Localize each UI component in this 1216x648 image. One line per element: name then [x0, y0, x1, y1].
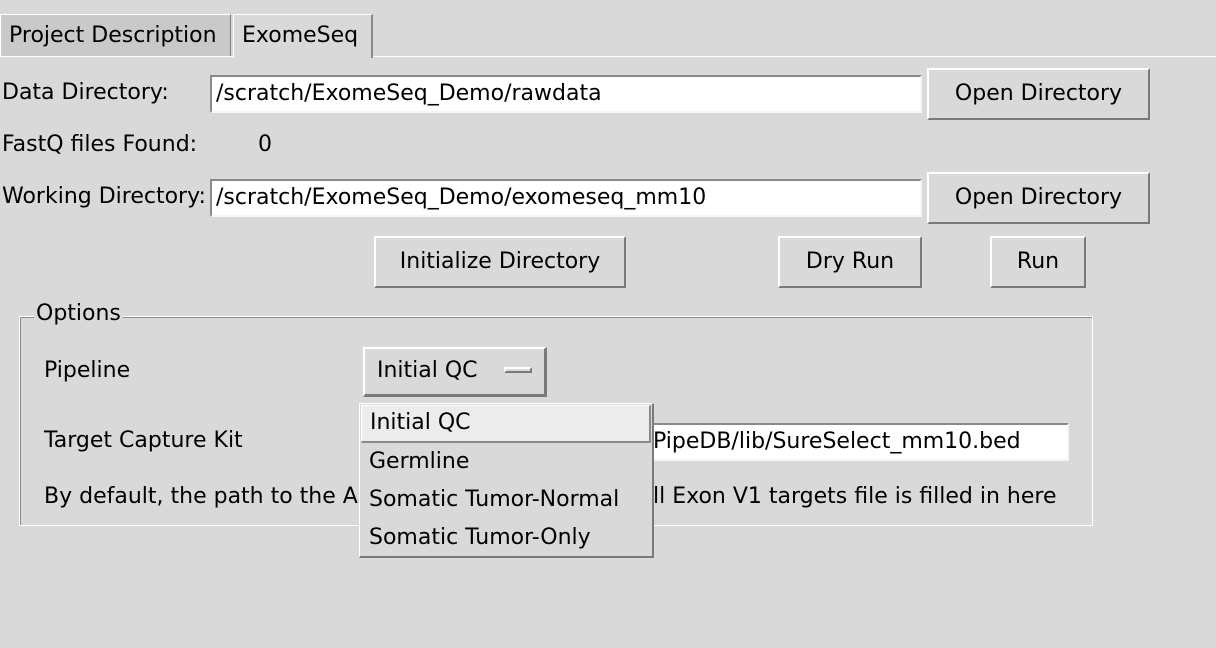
pipeline-selected-value: Initial QC: [377, 358, 478, 383]
options-frame-title: Options: [34, 300, 123, 328]
working-directory-input[interactable]: /scratch/ExomeSeq_Demo/exomeseq_mm10: [210, 179, 922, 217]
tab-bar-divider: [373, 56, 1216, 57]
pipeline-label: Pipeline: [44, 358, 131, 383]
target-note-text-left: By default, the path to the A: [44, 484, 358, 509]
option-menu-indicator-icon: [504, 367, 532, 373]
tab-project-description[interactable]: Project Description: [0, 14, 231, 56]
data-directory-input[interactable]: /scratch/ExomeSeq_Demo/rawdata: [210, 75, 922, 113]
pipeline-dropdown-menu: Initial QC Germline Somatic Tumor-Normal…: [359, 403, 654, 558]
target-note-text-right: ll Exon V1 targets file is filled in her…: [653, 484, 1057, 509]
data-directory-label: Data Directory:: [2, 80, 169, 105]
run-button[interactable]: Run: [990, 236, 1086, 288]
tab-bar-divider-left: [0, 56, 233, 57]
open-working-directory-button[interactable]: Open Directory: [927, 172, 1150, 224]
exomeseq-window: Project Description ExomeSeq Data Direct…: [0, 0, 1216, 648]
fastq-found-count: 0: [258, 132, 272, 157]
pipeline-option-menu[interactable]: Initial QC: [363, 347, 547, 397]
target-capture-kit-input[interactable]: PipeDB/lib/SureSelect_mm10.bed: [645, 423, 1069, 461]
pipeline-menu-item-germline[interactable]: Germline: [361, 443, 651, 481]
fastq-found-label: FastQ files Found:: [2, 132, 198, 157]
working-directory-label: Working Directory:: [2, 184, 206, 209]
open-data-directory-button[interactable]: Open Directory: [927, 68, 1150, 120]
dry-run-button[interactable]: Dry Run: [778, 236, 922, 288]
pipeline-menu-item-somatic-tumor-only[interactable]: Somatic Tumor-Only: [361, 519, 651, 557]
pipeline-menu-item-somatic-tumor-normal[interactable]: Somatic Tumor-Normal: [361, 481, 651, 519]
pipeline-menu-item-initial-qc[interactable]: Initial QC: [361, 405, 651, 443]
initialize-directory-button[interactable]: Initialize Directory: [374, 236, 626, 288]
target-capture-kit-label: Target Capture Kit: [44, 428, 243, 453]
tab-exomeseq[interactable]: ExomeSeq: [233, 14, 373, 58]
